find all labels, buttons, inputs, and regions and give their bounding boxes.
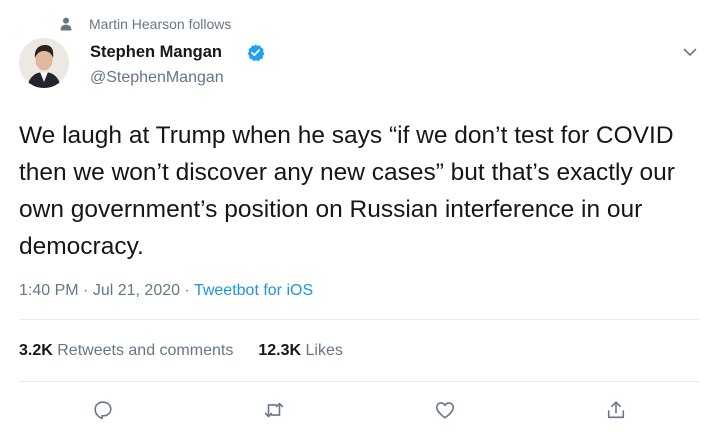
retweet-icon xyxy=(264,402,284,418)
likes-label: Likes xyxy=(305,342,343,359)
divider xyxy=(19,381,700,382)
chevron-down-icon xyxy=(683,48,697,56)
divider xyxy=(19,319,700,320)
retweets-count: 3.2K xyxy=(19,342,53,359)
author-display-name[interactable]: Stephen Mangan xyxy=(90,43,222,62)
reply-button[interactable] xyxy=(89,396,117,424)
likes-stat[interactable]: 12.3K Likes xyxy=(258,342,343,360)
share-button[interactable] xyxy=(602,396,630,424)
more-options-button[interactable] xyxy=(676,38,704,66)
retweets-stat[interactable]: 3.2K Retweets and comments xyxy=(19,342,233,360)
meta-separator: · xyxy=(83,282,89,299)
tweet-time[interactable]: 1:40 PM xyxy=(19,282,79,299)
share-icon xyxy=(607,401,625,419)
tweet-date[interactable]: Jul 21, 2020 xyxy=(93,282,180,299)
reply-icon xyxy=(94,401,112,420)
avatar-image xyxy=(19,38,69,88)
avatar[interactable] xyxy=(19,38,69,88)
author-handle[interactable]: @StephenMangan xyxy=(90,69,224,87)
tweet-stats: 3.2K Retweets and comments 12.3K Likes xyxy=(19,342,343,360)
likes-count: 12.3K xyxy=(258,342,302,359)
retweets-label: Retweets and comments xyxy=(57,342,234,359)
social-context-label: Martin Hearson follows xyxy=(89,16,232,32)
verified-badge-icon xyxy=(247,44,265,62)
tweet-metadata: 1:40 PM · Jul 21, 2020 · Tweetbot for iO… xyxy=(19,282,313,300)
person-icon xyxy=(60,17,72,31)
tweet-text: We laugh at Trump when he says “if we do… xyxy=(19,122,675,260)
like-button[interactable] xyxy=(431,396,459,424)
tweet-source-link[interactable]: Tweetbot for iOS xyxy=(194,282,313,299)
meta-separator: · xyxy=(184,282,190,299)
retweet-button[interactable] xyxy=(260,396,288,424)
like-icon xyxy=(435,402,455,419)
